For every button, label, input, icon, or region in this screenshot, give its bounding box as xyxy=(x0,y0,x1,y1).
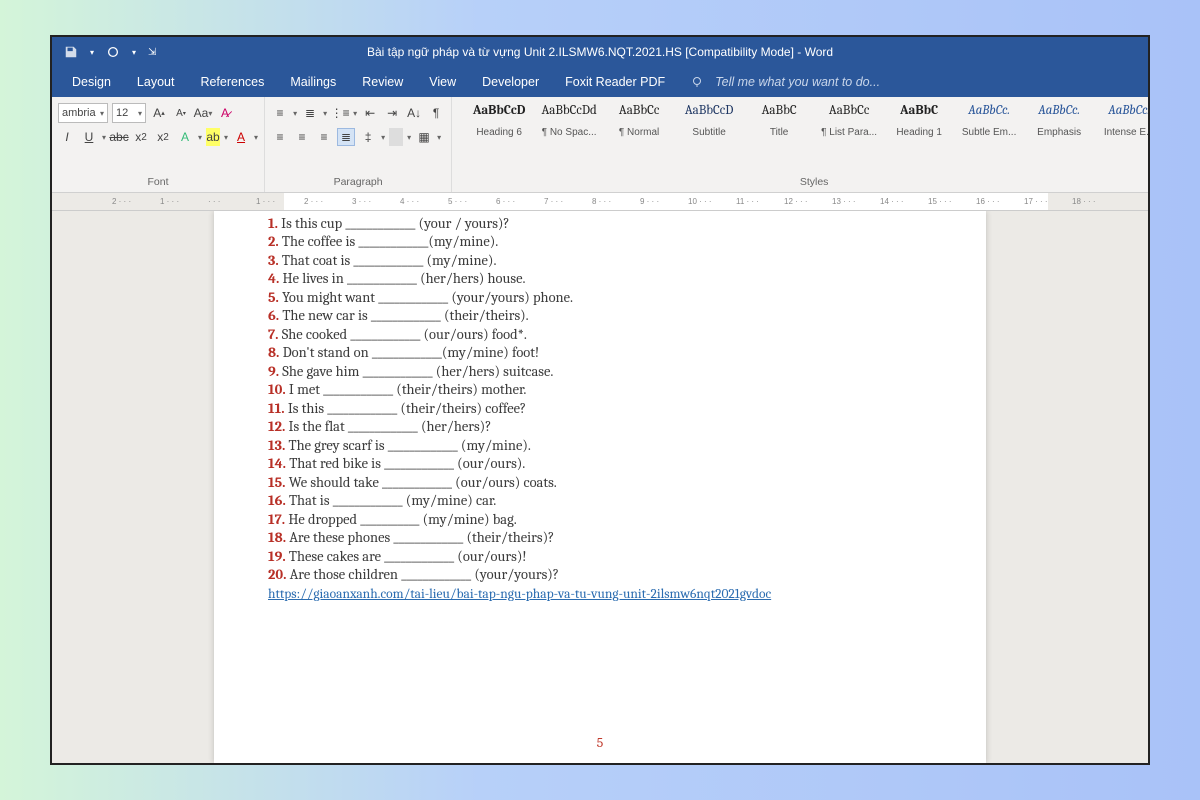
styles-gallery[interactable]: AaBbCcDHeading 6AaBbCcDd¶ No Spac...AaBb… xyxy=(458,101,1150,140)
style-item[interactable]: AaBbCHeading 1 xyxy=(886,103,952,138)
question-line[interactable]: 11. Is this _____________ (their/theirs)… xyxy=(268,400,946,417)
question-line[interactable]: 6. The new car is _____________ (their/t… xyxy=(268,307,946,324)
qat-dropdown2-icon[interactable]: ▾ xyxy=(132,48,136,57)
group-paragraph: ≡▾ ≣▾ ⋮≡▾ ⇤ ⇥ A↓ ¶ ≡ ≡ ≡ ≣ ‡▾ ▾ ▦▾ Parag… xyxy=(265,97,452,192)
align-center-icon[interactable]: ≡ xyxy=(293,128,311,146)
font-color-icon[interactable]: A xyxy=(232,128,250,146)
question-line[interactable]: 15. We should take _____________ (our/ou… xyxy=(268,474,946,491)
style-item[interactable]: AaBbCTitle xyxy=(746,103,812,138)
multilevel-icon[interactable]: ⋮≡ xyxy=(331,104,349,122)
question-line[interactable]: 19. These cakes are _____________ (our/o… xyxy=(268,548,946,565)
style-item[interactable]: AaBbCc¶ Normal xyxy=(606,103,672,138)
group-font: ambria▾ 12▾ A▴ A▾ Aa▾ A̷ I U▾ abc x2 x2 … xyxy=(52,97,265,192)
font-size-select[interactable]: 12▾ xyxy=(112,103,146,123)
question-line[interactable]: 14. That red bike is _____________ (our/… xyxy=(268,455,946,472)
question-line[interactable]: 12. Is the flat _____________ (her/hers)… xyxy=(268,418,946,435)
word-window: ▾ ▾ ⇲ Bài tập ngữ pháp và từ vựng Unit 2… xyxy=(50,35,1150,765)
grow-font-icon[interactable]: A▴ xyxy=(150,104,168,122)
group-styles-label: Styles xyxy=(458,176,1150,190)
shading-icon[interactable] xyxy=(389,128,403,146)
text-effects-icon[interactable]: A xyxy=(176,128,194,146)
style-item[interactable]: AaBbCcDd¶ No Spac... xyxy=(536,103,602,138)
question-line[interactable]: 17. He dropped ___________ (my/mine) bag… xyxy=(268,511,946,528)
highlight-icon[interactable]: ab xyxy=(206,128,220,146)
align-left-icon[interactable]: ≡ xyxy=(271,128,289,146)
question-line[interactable]: 5. You might want _____________ (your/yo… xyxy=(268,289,946,306)
quick-access-toolbar: ▾ ▾ ⇲ xyxy=(52,45,156,59)
tab-references[interactable]: References xyxy=(200,75,264,89)
hyperlink[interactable]: https://giaoanxanh.com/tai-lieu/bai-tap-… xyxy=(268,587,771,602)
group-font-label: Font xyxy=(58,176,258,190)
tab-view[interactable]: View xyxy=(429,75,456,89)
style-item[interactable]: AaBbCc¶ List Para... xyxy=(816,103,882,138)
question-line[interactable]: 9. She gave him _____________ (her/hers)… xyxy=(268,363,946,380)
question-line[interactable]: 20. Are those children _____________ (yo… xyxy=(268,566,946,583)
question-line[interactable]: 16. That is _____________ (my/mine) car. xyxy=(268,492,946,509)
ribbon: ambria▾ 12▾ A▴ A▾ Aa▾ A̷ I U▾ abc x2 x2 … xyxy=(52,97,1148,193)
strike-button[interactable]: abc xyxy=(110,128,128,146)
decrease-indent-icon[interactable]: ⇤ xyxy=(361,104,379,122)
question-line[interactable]: 13. The grey scarf is _____________ (my/… xyxy=(268,437,946,454)
page-number: 5 xyxy=(214,734,986,751)
style-item[interactable]: AaBbCcDHeading 6 xyxy=(466,103,532,138)
qat-dropdown-icon[interactable]: ▾ xyxy=(90,48,94,57)
underline-button[interactable]: U xyxy=(80,128,98,146)
tab-mailings[interactable]: Mailings xyxy=(290,75,336,89)
tab-layout[interactable]: Layout xyxy=(137,75,175,89)
question-line[interactable]: 18. Are these phones _____________ (thei… xyxy=(268,529,946,546)
increase-indent-icon[interactable]: ⇥ xyxy=(383,104,401,122)
question-line[interactable]: 3. That coat is _____________ (my/mine). xyxy=(268,252,946,269)
clear-format-icon[interactable]: A̷ xyxy=(216,104,234,122)
italic-button[interactable]: I xyxy=(58,128,76,146)
subscript-button[interactable]: x2 xyxy=(132,128,150,146)
tab-review[interactable]: Review xyxy=(362,75,403,89)
align-right-icon[interactable]: ≡ xyxy=(315,128,333,146)
question-line[interactable]: 10. I met _____________ (their/theirs) m… xyxy=(268,381,946,398)
qat-overflow-icon[interactable]: ⇲ xyxy=(148,47,156,58)
font-name-select[interactable]: ambria▾ xyxy=(58,103,108,123)
show-marks-icon[interactable]: ¶ xyxy=(427,104,445,122)
justify-icon[interactable]: ≣ xyxy=(337,128,355,146)
tell-me[interactable]: Tell me what you want to do... xyxy=(691,75,880,89)
group-paragraph-label: Paragraph xyxy=(271,176,445,190)
page[interactable]: 1. Is this cup _____________ (your / you… xyxy=(214,211,986,763)
question-line[interactable]: 4. He lives in _____________ (her/hers) … xyxy=(268,270,946,287)
save-icon[interactable] xyxy=(64,45,78,59)
touch-mode-icon[interactable] xyxy=(106,45,120,59)
lightbulb-icon xyxy=(691,76,703,88)
bullets-icon[interactable]: ≡ xyxy=(271,104,289,122)
ruler[interactable]: 2 · · ·1 · · · · · ·1 · · ·2 · · ·3 · · … xyxy=(52,193,1148,211)
question-line[interactable]: 1. Is this cup _____________ (your / you… xyxy=(268,215,946,232)
title-bar: ▾ ▾ ⇲ Bài tập ngữ pháp và từ vựng Unit 2… xyxy=(52,37,1148,67)
shrink-font-icon[interactable]: A▾ xyxy=(172,104,190,122)
question-line[interactable]: 8. Don't stand on _____________(my/mine)… xyxy=(268,344,946,361)
tab-foxit[interactable]: Foxit Reader PDF xyxy=(565,75,665,89)
tab-design[interactable]: Design xyxy=(72,75,111,89)
style-item[interactable]: AaBbCc.Emphasis xyxy=(1026,103,1092,138)
window-title: Bài tập ngữ pháp và từ vựng Unit 2.ILSMW… xyxy=(52,45,1148,59)
superscript-button[interactable]: x2 xyxy=(154,128,172,146)
document-area[interactable]: 1. Is this cup _____________ (your / you… xyxy=(52,211,1148,763)
question-line[interactable]: 7. She cooked _____________ (our/ours) f… xyxy=(268,326,946,343)
style-item[interactable]: AaBbCc.Subtle Em... xyxy=(956,103,1022,138)
numbering-icon[interactable]: ≣ xyxy=(301,104,319,122)
sort-icon[interactable]: A↓ xyxy=(405,104,423,122)
ribbon-tabs: Design Layout References Mailings Review… xyxy=(52,67,1148,97)
group-styles: AaBbCcDHeading 6AaBbCcDd¶ No Spac...AaBb… xyxy=(452,97,1150,192)
borders-icon[interactable]: ▦ xyxy=(415,128,433,146)
line-spacing-icon[interactable]: ‡ xyxy=(359,128,377,146)
style-item[interactable]: AaBbCcDSubtitle xyxy=(676,103,742,138)
question-line[interactable]: 2. The coffee is _____________(my/mine). xyxy=(268,233,946,250)
style-item[interactable]: AaBbCc.Intense E... xyxy=(1096,103,1150,138)
tab-developer[interactable]: Developer xyxy=(482,75,539,89)
change-case-icon[interactable]: Aa▾ xyxy=(194,104,212,122)
